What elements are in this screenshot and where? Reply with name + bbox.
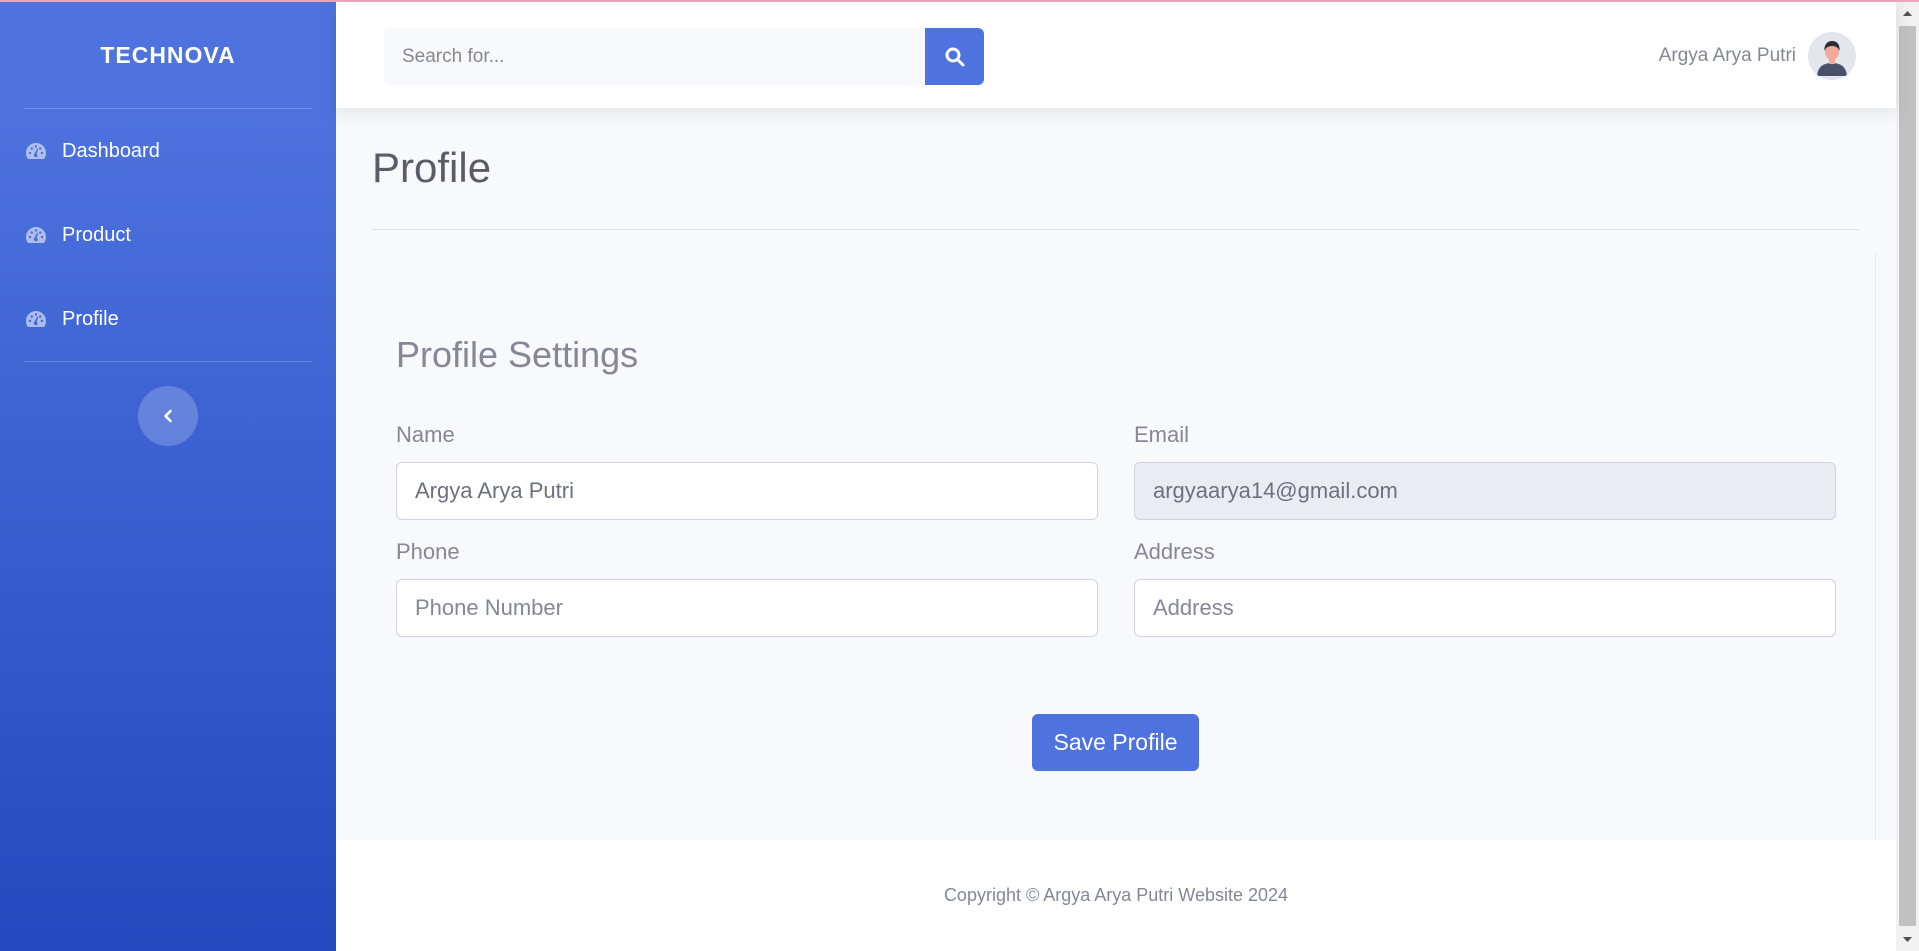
title-divider xyxy=(372,229,1859,230)
topbar: Argya Arya Putri xyxy=(336,2,1896,108)
tachometer-icon xyxy=(24,139,48,163)
name-field-group: Name xyxy=(396,422,1098,520)
chevron-left-icon xyxy=(164,409,172,423)
sidebar-toggle-button[interactable] xyxy=(138,386,198,446)
tachometer-icon xyxy=(24,223,48,247)
phone-label: Phone xyxy=(396,539,460,564)
user-menu[interactable]: Argya Arya Putri xyxy=(1659,32,1856,80)
top-accent-line xyxy=(0,0,1919,2)
page-title: Profile xyxy=(372,144,492,191)
scroll-down-icon[interactable] xyxy=(1902,934,1913,945)
sidebar: TECHNOVA Dashboard Product Profile xyxy=(0,2,336,951)
sidebar-item-dashboard[interactable]: Dashboard xyxy=(0,109,336,193)
scrollbar-thumb[interactable] xyxy=(1899,26,1916,926)
tachometer-icon xyxy=(24,307,48,331)
email-label: Email xyxy=(1134,422,1190,447)
name-label: Name xyxy=(396,422,455,447)
footer: Copyright © Argya Arya Putri Website 202… xyxy=(336,840,1896,951)
sidebar-item-label: Profile xyxy=(62,307,119,330)
search-icon xyxy=(945,47,964,66)
search-bar xyxy=(384,28,984,85)
scroll-up-icon[interactable] xyxy=(1902,8,1913,19)
search-button[interactable] xyxy=(925,28,984,85)
main-content: Profile Profile Settings Name Email Phon… xyxy=(336,108,1896,840)
user-name: Argya Arya Putri xyxy=(1658,45,1796,66)
save-profile-button[interactable]: Save Profile xyxy=(1032,714,1199,771)
email-field-group: Email xyxy=(1134,422,1836,520)
avatar xyxy=(1808,32,1856,80)
address-input[interactable] xyxy=(1134,579,1836,637)
brand-logo[interactable]: TECHNOVA xyxy=(0,2,336,108)
profile-settings-card: Profile Settings Name Email Phone Addres… xyxy=(372,254,1876,840)
phone-field-group: Phone xyxy=(396,539,1098,637)
address-field-group: Address xyxy=(1134,539,1836,637)
phone-input[interactable] xyxy=(396,579,1098,637)
sidebar-item-label: Product xyxy=(62,223,131,246)
address-label: Address xyxy=(1134,539,1215,564)
card-title: Profile Settings xyxy=(396,334,639,375)
sidebar-item-profile[interactable]: Profile xyxy=(0,277,336,361)
page-scrollbar[interactable] xyxy=(1896,2,1919,951)
name-input[interactable] xyxy=(396,462,1098,520)
copyright-text: Copyright © Argya Arya Putri Website 202… xyxy=(943,885,1289,905)
sidebar-item-product[interactable]: Product xyxy=(0,193,336,277)
email-input[interactable] xyxy=(1134,462,1836,520)
sidebar-item-label: Dashboard xyxy=(62,139,160,162)
sidebar-toggle-wrap xyxy=(0,362,336,446)
search-input[interactable] xyxy=(384,28,925,85)
